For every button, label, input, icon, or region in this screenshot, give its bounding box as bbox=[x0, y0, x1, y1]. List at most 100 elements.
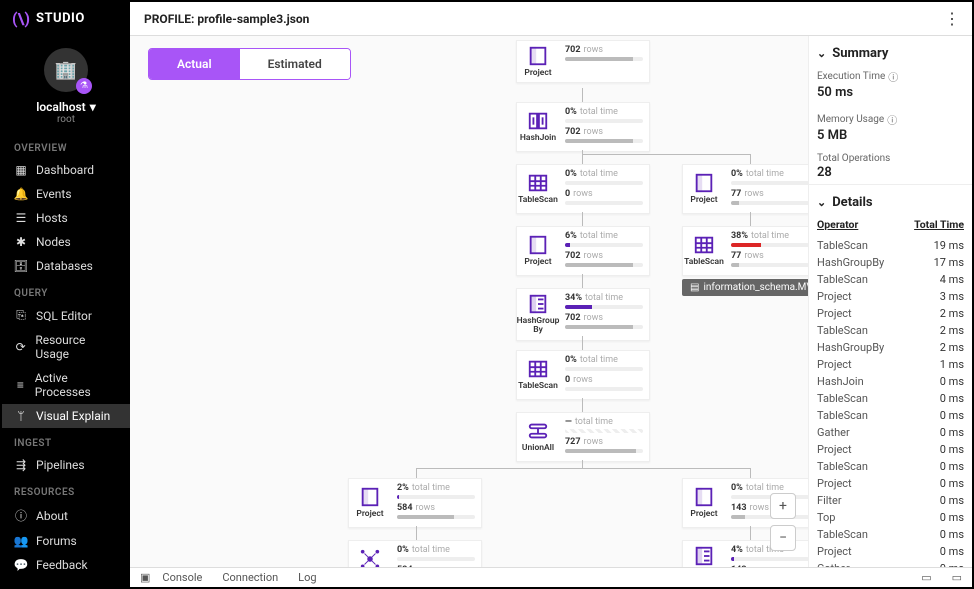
sidebar-item-databases[interactable]: 🗄Databases bbox=[2, 254, 130, 278]
details-row[interactable]: Filter0 ms bbox=[817, 492, 964, 509]
details-row[interactable]: Project2 ms bbox=[817, 305, 964, 322]
table-icon: ▤ bbox=[690, 282, 699, 293]
sidebar-item-events[interactable]: 🔔Events bbox=[2, 182, 130, 206]
total-ops-label: Total Operations bbox=[817, 153, 964, 164]
project-icon: Project bbox=[517, 227, 559, 275]
sidebar-item-visual-explain[interactable]: ᛘVisual Explain bbox=[2, 404, 130, 428]
brand-glyph-icon: (\) bbox=[12, 9, 30, 28]
plan-node-hashjoin[interactable]: HashJoin 0% total time 702 rows bbox=[516, 102, 650, 152]
sidebar-item-hosts[interactable]: ☰Hosts bbox=[2, 206, 130, 230]
zoom-in-button[interactable]: + bbox=[770, 493, 796, 519]
tab-estimated[interactable]: Estimated bbox=[240, 49, 350, 79]
chat-icon: 💬 bbox=[14, 558, 28, 572]
details-table-header: OperatorTotal Time bbox=[817, 218, 964, 231]
details-row[interactable]: HashJoin0 ms bbox=[817, 373, 964, 390]
status-icon[interactable]: ▭ bbox=[921, 571, 931, 584]
chevron-down-icon: ⌄ bbox=[817, 196, 826, 209]
details-row[interactable]: TableScan0 ms bbox=[817, 390, 964, 407]
top-bar: (\) STUDIO PROFILE: profile-sample3.json… bbox=[2, 2, 972, 36]
details-row[interactable]: TableScan2 ms bbox=[817, 322, 964, 339]
details-toggle[interactable]: ⌄ Details bbox=[817, 195, 964, 210]
sidebar-item-pipelines[interactable]: ⇶Pipelines bbox=[2, 453, 130, 477]
details-row[interactable]: Gather0 ms bbox=[817, 424, 964, 441]
mem-usage-label: Memory Usageⓘ bbox=[817, 112, 897, 127]
node-metrics: 38% total time 77 rows bbox=[725, 227, 808, 275]
summary-toggle[interactable]: ⌄ Summary bbox=[817, 46, 964, 61]
chevron-down-icon: ▾ bbox=[90, 100, 96, 114]
details-row[interactable]: HashGroupBy17 ms bbox=[817, 254, 964, 271]
plan-node-unionall[interactable]: UnionAll — total time 727 rows bbox=[516, 412, 650, 462]
details-row[interactable]: TableScan4 ms bbox=[817, 271, 964, 288]
tablescan-icon: TableScan bbox=[517, 351, 559, 399]
plan-node-project[interactable]: Project 6% total time 702 rows bbox=[516, 226, 650, 276]
bottom-tab-log[interactable]: Log bbox=[298, 571, 316, 584]
details-row[interactable]: TableScan0 ms bbox=[817, 526, 964, 543]
node-metrics: 6% total time 702 rows bbox=[559, 227, 649, 275]
node-metrics: 0% total time 702 rows bbox=[559, 103, 649, 151]
plan-node-project[interactable]: Project 0% total time 77 rows bbox=[682, 164, 808, 214]
exec-time-value: 50 ms bbox=[817, 85, 898, 100]
zoom-out-button[interactable]: − bbox=[770, 525, 796, 551]
hashjoin-icon: HashJoin bbox=[517, 103, 559, 151]
page-title: PROFILE: profile-sample3.json bbox=[144, 12, 309, 26]
details-row[interactable]: TableScan0 ms bbox=[817, 458, 964, 475]
sidebar-item-active-processes[interactable]: ≡Active Processes bbox=[2, 366, 130, 404]
bottom-tab-connection[interactable]: Connection bbox=[222, 571, 278, 584]
section-resources: RESOURCES bbox=[2, 477, 130, 502]
help-icon[interactable]: ⓘ bbox=[888, 69, 898, 84]
details-row[interactable]: TableScan0 ms bbox=[817, 407, 964, 424]
project-icon: Project bbox=[683, 165, 725, 213]
sidebar-item-about[interactable]: ⓘAbout bbox=[2, 502, 130, 529]
help-icon[interactable]: ⓘ bbox=[887, 112, 897, 127]
section-query: QUERY bbox=[2, 278, 130, 303]
details-row[interactable]: HashGroupBy2 ms bbox=[817, 339, 964, 356]
tab-actual[interactable]: Actual bbox=[149, 49, 240, 79]
server-icon: ☰ bbox=[14, 211, 28, 225]
explain-canvas-wrap: Actual Estimated Project 702 rows HashJo… bbox=[130, 36, 808, 587]
plan-node-project[interactable]: Project 702 rows bbox=[516, 40, 650, 83]
bottom-tab-console[interactable]: Console bbox=[162, 571, 202, 584]
plan-node-tablescan[interactable]: TableScan 38% total time 77 rows bbox=[682, 226, 808, 276]
sidebar-item-sql-editor[interactable]: ⎘SQL Editor bbox=[2, 303, 130, 328]
details-row[interactable]: Project0 ms bbox=[817, 543, 964, 560]
plan-node-tablescan[interactable]: TableScan 0% total time 0 rows bbox=[516, 164, 650, 214]
plan-node-project[interactable]: Project 2% total time 584 rows bbox=[348, 478, 482, 528]
explain-canvas[interactable]: Project 702 rows HashJoin 0% total time … bbox=[130, 36, 808, 587]
plan-node-tablescan[interactable]: TableScan 0% total time 0 rows bbox=[516, 350, 650, 400]
people-icon: 👥 bbox=[14, 534, 28, 548]
right-panel: ⌄ Summary Execution Timeⓘ 50 ms Memory U… bbox=[808, 36, 972, 587]
pipeline-icon: ⇶ bbox=[14, 458, 28, 472]
status-icon-2[interactable]: ▭ bbox=[952, 571, 962, 584]
project-icon: Project bbox=[349, 479, 391, 527]
node-metrics: 0% total time 0 rows bbox=[559, 351, 649, 399]
dashboard-icon: ▦ bbox=[14, 163, 28, 177]
details-row[interactable]: Project0 ms bbox=[817, 475, 964, 492]
bell-icon: 🔔 bbox=[14, 187, 28, 201]
cycle-icon: ⟳ bbox=[14, 340, 27, 354]
section-ingest: INGEST bbox=[2, 428, 130, 453]
table-info-pill[interactable]: ▤ information_schema.MV… bbox=[682, 279, 808, 296]
more-menu-button[interactable]: ⋮ bbox=[944, 9, 960, 28]
tablescan-icon: TableScan bbox=[517, 165, 559, 213]
host-name[interactable]: localhost▾ bbox=[36, 100, 95, 114]
sidebar-item-dashboard[interactable]: ▦Dashboard bbox=[2, 158, 130, 182]
logo-area: (\) STUDIO bbox=[2, 2, 130, 36]
terminal-icon[interactable]: ▣ bbox=[140, 571, 150, 584]
details-row[interactable]: TableScan19 ms bbox=[817, 237, 964, 254]
project-icon: Project bbox=[683, 479, 725, 527]
tablescan-icon: TableScan bbox=[683, 227, 725, 275]
brand-name: STUDIO bbox=[36, 11, 85, 26]
sidebar-item-feedback[interactable]: 💬Feedback bbox=[2, 553, 130, 577]
sidebar-item-resource-usage[interactable]: ⟳Resource Usage bbox=[2, 328, 130, 366]
node-metrics: 0% total time 0 rows bbox=[559, 165, 649, 213]
total-ops-value: 28 bbox=[817, 165, 964, 180]
sidebar-item-forums[interactable]: 👥Forums bbox=[2, 529, 130, 553]
details-row[interactable]: Project0 ms bbox=[817, 441, 964, 458]
details-row[interactable]: Project1 ms bbox=[817, 356, 964, 373]
sidebar-item-nodes[interactable]: ✱Nodes bbox=[2, 230, 130, 254]
plan-node-hashgroupby[interactable]: HashGroupBy 34% total time 702 rows bbox=[516, 288, 650, 341]
host-block[interactable]: 🏢 ⚗ localhost▾ root bbox=[2, 36, 130, 133]
bottom-bar: ▣ Console Connection Log ▭ ▭ bbox=[130, 567, 972, 587]
details-row[interactable]: Top0 ms bbox=[817, 509, 964, 526]
details-row[interactable]: Project3 ms bbox=[817, 288, 964, 305]
